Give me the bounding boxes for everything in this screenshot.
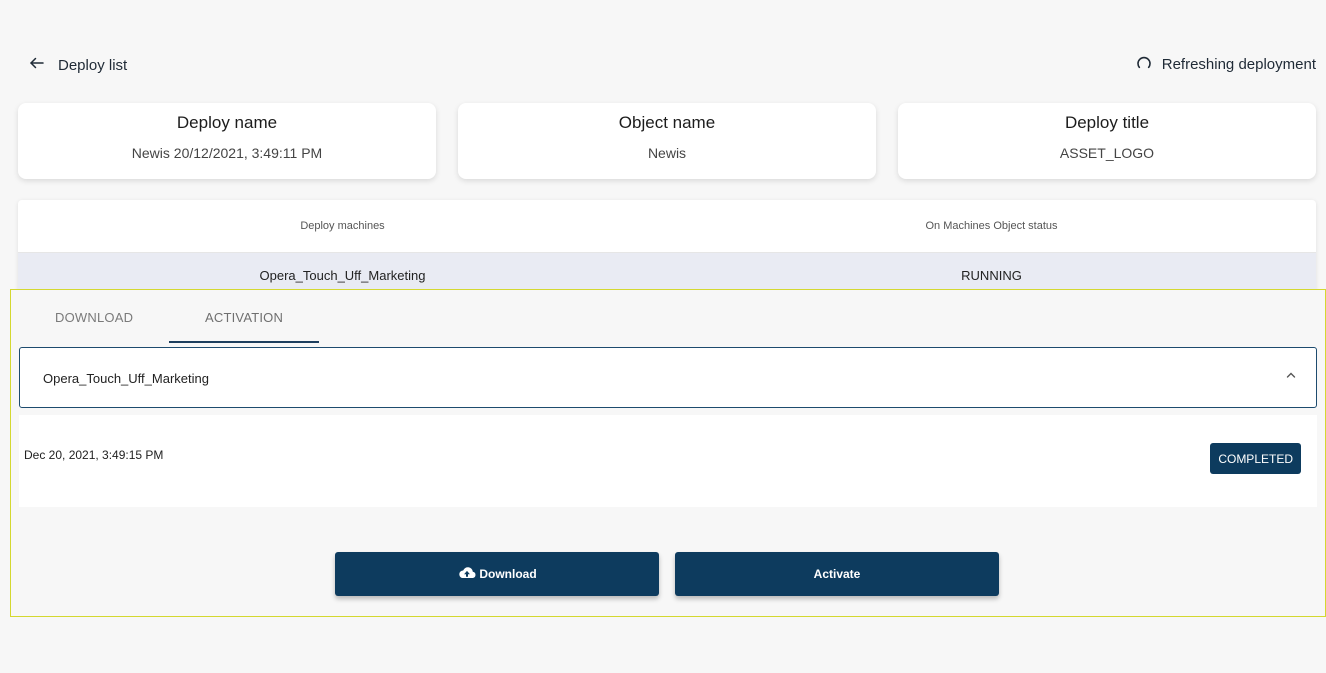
status-badge: COMPLETED — [1210, 443, 1301, 474]
table-header: Deploy machines On Machines Object statu… — [18, 200, 1316, 253]
summary-cards: Deploy name Newis 20/12/2021, 3:49:11 PM… — [18, 103, 1316, 179]
card-value: ASSET_LOGO — [1059, 145, 1155, 161]
chevron-up-icon[interactable] — [1284, 368, 1298, 382]
card-value: Newis 20/12/2021, 3:49:11 PM — [131, 145, 323, 161]
refresh-deployment-button[interactable]: Refreshing deployment — [1136, 54, 1316, 74]
status-cell: RUNNING — [961, 268, 1022, 283]
machine-detail-panel: DOWNLOAD ACTIVATION Opera_Touch_Uff_Mark… — [10, 289, 1326, 617]
refresh-label: Refreshing deployment — [1161, 55, 1316, 73]
arrow-left-icon — [28, 54, 46, 76]
deploy-name-card: Deploy name Newis 20/12/2021, 3:49:11 PM — [18, 103, 436, 179]
card-title: Object name — [618, 113, 716, 132]
back-to-deploy-list-link[interactable]: Deploy list — [28, 54, 127, 76]
deploy-title-card: Deploy title ASSET_LOGO — [898, 103, 1316, 179]
activate-button[interactable]: Activate — [675, 552, 999, 596]
tab-download[interactable]: DOWNLOAD — [55, 310, 133, 325]
active-tab-indicator — [169, 341, 319, 343]
activation-timestamp: Dec 20, 2021, 3:49:15 PM — [24, 448, 164, 462]
activation-detail: Dec 20, 2021, 3:49:15 PM COMPLETED — [19, 415, 1317, 507]
card-title: Deploy name — [176, 113, 278, 132]
download-button[interactable]: Download — [335, 552, 659, 596]
tab-activation[interactable]: ACTIVATION — [205, 310, 283, 325]
column-header-deploy-machines: Deploy machines — [300, 220, 385, 232]
top-bar: Deploy list Refreshing deployment — [0, 48, 1326, 80]
download-button-label: Download — [479, 567, 537, 581]
card-value: Newis — [647, 145, 687, 161]
column-header-object-status: On Machines Object status — [925, 220, 1058, 232]
machines-table: Deploy machines On Machines Object statu… — [18, 200, 1316, 298]
back-link-label: Deploy list — [58, 56, 128, 74]
machine-accordion-header[interactable]: Opera_Touch_Uff_Marketing — [19, 347, 1317, 408]
accordion-label: Opera_Touch_Uff_Marketing — [43, 371, 209, 386]
card-title: Deploy title — [1064, 113, 1150, 132]
cloud-upload-icon — [457, 565, 479, 584]
refresh-icon — [1136, 54, 1152, 74]
machine-name-cell: Opera_Touch_Uff_Marketing — [259, 268, 426, 283]
object-name-card: Object name Newis — [458, 103, 876, 179]
tab-bar: DOWNLOAD ACTIVATION — [11, 290, 411, 344]
activate-button-label: Activate — [813, 567, 861, 581]
